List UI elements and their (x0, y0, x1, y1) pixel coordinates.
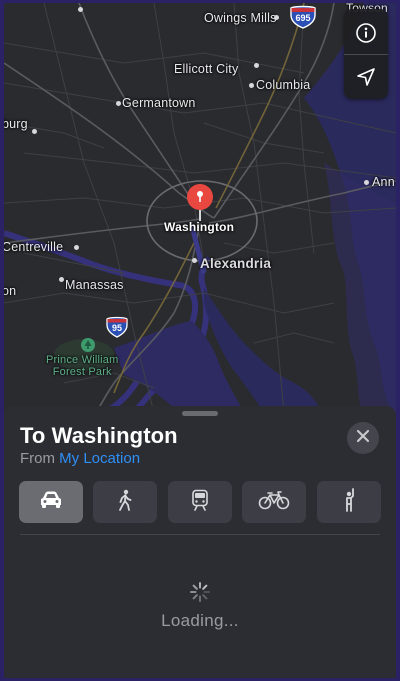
sheet-grabber[interactable] (182, 411, 218, 416)
map-controls (344, 9, 388, 99)
label-columbia: Columbia (256, 78, 311, 92)
loading-spinner-icon (189, 581, 211, 603)
label-gaithersburg-partial: burg (4, 117, 28, 131)
label-annapolis-partial: Ann (372, 175, 395, 189)
bicycle-icon (258, 490, 290, 515)
city-dot (116, 101, 121, 106)
interstate-695-shield: 695 (290, 5, 316, 29)
location-arrow-icon (356, 67, 376, 87)
directions-sheet: To Washington From My Location Loading..… (4, 406, 396, 678)
label-owings-mills: Owings Mills (204, 11, 277, 25)
train-icon (191, 489, 209, 516)
label-manassas: Manassas (65, 278, 124, 292)
city-dot (192, 258, 197, 263)
city-dot (274, 15, 279, 20)
mode-ride-button[interactable] (317, 481, 381, 523)
origin-line: From My Location (20, 450, 140, 467)
transport-modes (19, 481, 381, 523)
label-left-partial: on (4, 284, 17, 298)
car-icon (38, 490, 64, 515)
map-view[interactable]: Owings Mills Towson Ellicott City Columb… (4, 3, 396, 413)
sheet-divider (20, 534, 380, 535)
from-label: From (20, 450, 55, 467)
interstate-95-shield: 95 (106, 316, 128, 338)
origin-link[interactable]: My Location (59, 450, 140, 467)
walking-icon (116, 489, 134, 516)
info-icon (355, 22, 377, 44)
screen: Owings Mills Towson Ellicott City Columb… (4, 3, 396, 678)
city-dot (364, 180, 369, 185)
city-dot (59, 277, 64, 282)
info-button[interactable] (344, 11, 388, 55)
label-centreville: Centreville (4, 240, 64, 254)
city-dot (32, 129, 37, 134)
city-dot (74, 245, 79, 250)
mode-cycle-button[interactable] (242, 481, 306, 523)
close-button[interactable] (347, 422, 379, 454)
loading-text: Loading... (161, 611, 239, 630)
mode-transit-button[interactable] (168, 481, 232, 523)
mode-walk-button[interactable] (93, 481, 157, 523)
current-location-button[interactable] (344, 55, 388, 99)
park-icon (80, 337, 96, 353)
directions-title: To Washington (20, 423, 178, 448)
label-alexandria: Alexandria (200, 256, 272, 271)
label-ellicott-city: Ellicott City (174, 62, 239, 76)
city-dot (249, 83, 254, 88)
label-prince-william-forest-park: Prince William Forest Park (46, 354, 119, 378)
destination-pin[interactable] (185, 183, 215, 227)
city-dot (78, 7, 83, 12)
label-germantown: Germantown (122, 96, 196, 110)
city-dot (254, 63, 259, 68)
mode-drive-button[interactable] (19, 481, 83, 523)
hailing-person-icon (341, 487, 357, 517)
close-icon (356, 429, 370, 448)
